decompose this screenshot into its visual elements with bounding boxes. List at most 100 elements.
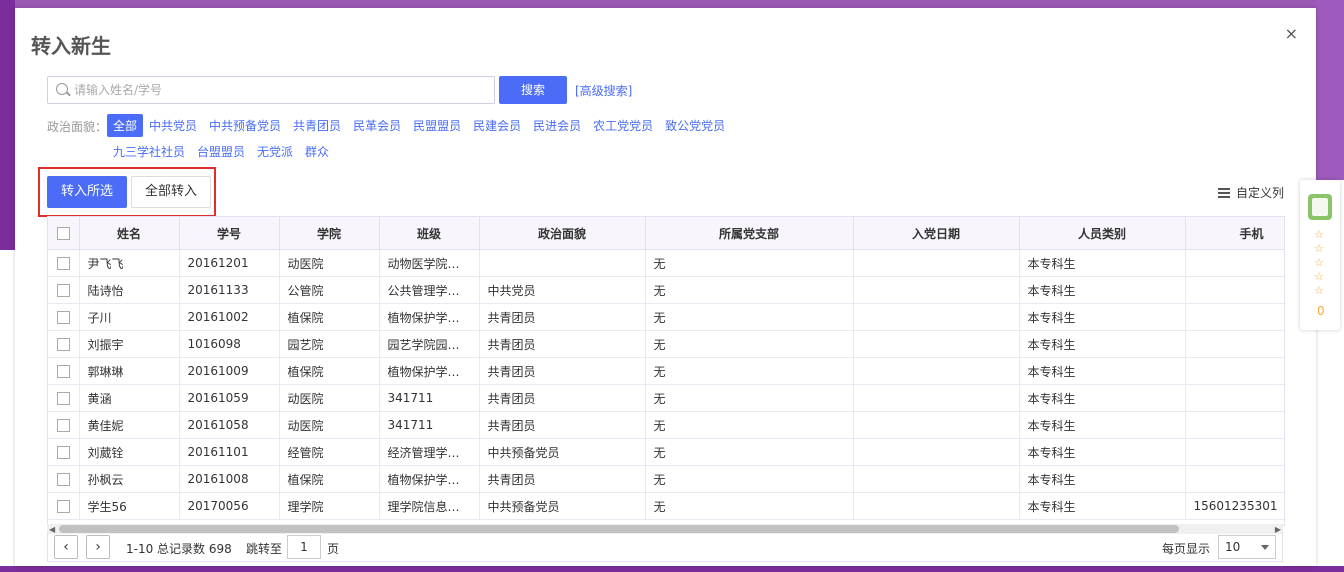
row-checkbox[interactable] [48,249,80,277]
table-cell: 动物医学院动… [379,249,480,277]
column-header[interactable]: 班级 [379,217,480,250]
row-checkbox[interactable] [48,303,80,331]
row-checkbox[interactable] [48,465,80,493]
page-unit: 页 [327,542,340,556]
filter-chip[interactable]: 农工党党员 [587,114,659,137]
table-row[interactable]: 刘葳铨 20161101 经管院 经济管理学院… 中共预备党员无 本专科生 [48,438,1284,466]
filter-chip[interactable]: 台盟盟员 [191,140,251,163]
row-checkbox[interactable] [48,357,80,385]
table-cell: 刘振宇 [79,330,180,358]
table-cell: 无 [645,357,854,385]
custom-columns-button[interactable]: 自定义列 [1217,184,1284,201]
search-button[interactable]: 搜索 [499,76,567,104]
table-cell [853,411,1020,439]
column-header[interactable]: 姓名 [79,217,180,250]
column-header[interactable]: 手机 [1185,217,1284,250]
students-table: 姓名 学号 学院 班级 政治面貌 所属党支部 入党日期 人员类别 手机 尹飞飞 20161201 动… [47,216,1285,526]
filter-chip[interactable]: 无党派 [251,140,299,163]
table-cell: 无 [645,384,854,412]
table-cell [853,303,1020,331]
row-checkbox[interactable] [48,411,80,439]
table-row[interactable]: 学生56 20170056 理学院 理学院信息与… 中共预备党员无 本专科生 1560123… [48,492,1284,520]
search-input[interactable] [72,80,486,100]
column-header[interactable]: 所属党支部 [645,217,854,250]
star-rating-icon[interactable]: ☆ ☆ ☆ ☆ ☆ [1314,228,1324,298]
per-page-select[interactable]: 10 [1218,535,1276,559]
column-header[interactable]: 入党日期 [853,217,1020,250]
table-cell [1185,330,1284,358]
table-cell: 动医院 [279,384,380,412]
filter-chip[interactable]: 民进会员 [527,114,587,137]
column-header[interactable]: 人员类别 [1019,217,1186,250]
table-cell: 20161002 [179,303,280,331]
table-row[interactable]: 子川 20161002 植保院 植物保护学院… 共青团员无 本专科生 [48,303,1284,331]
table-cell: 无 [645,465,854,493]
jump-page-input[interactable]: 1 [287,535,321,559]
table-cell: 本专科生 [1019,330,1186,358]
filter-chip[interactable]: 民革会员 [347,114,407,137]
table-cell: 341711 [379,411,480,439]
filter-chip[interactable]: 中共党员 [143,114,203,137]
dialog-title: 转入新生 [31,34,111,58]
next-page-button[interactable]: › [86,535,110,559]
filter-chip[interactable]: 全部 [107,114,144,137]
table-cell: 植保院 [279,303,380,331]
table-cell: 公共管理学院… [379,276,480,304]
table-cell: 植物保护学院… [379,465,480,493]
filter-chip[interactable]: 九三学社社员 [107,140,191,163]
table-cell: 本专科生 [1019,411,1186,439]
column-header[interactable]: 政治面貌 [479,217,646,250]
table-cell: 无 [645,249,854,277]
image-icon[interactable] [1308,194,1332,220]
table-row[interactable]: 尹飞飞 20161201 动医院 动物医学院动… 无 本专科生 [48,249,1284,277]
table-row[interactable]: 刘振宇 1016098 园艺院 园艺学院园艺… 共青团员无 本专科生 [48,330,1284,358]
column-header[interactable]: 学院 [279,217,380,250]
close-icon[interactable]: × [1285,24,1298,43]
table-cell: 20161059 [179,384,280,412]
row-checkbox[interactable] [48,384,80,412]
table-cell: 陆诗怡 [79,276,180,304]
table-cell: 尹飞飞 [79,249,180,277]
backdrop-top [0,0,1344,8]
table-cell: 20170056 [179,492,280,520]
filter-chip[interactable]: 民建会员 [467,114,527,137]
advanced-search-link[interactable]: [高级搜索] [575,82,632,99]
row-checkbox[interactable] [48,276,80,304]
column-header[interactable]: 学号 [179,217,280,250]
table-cell: 本专科生 [1019,438,1186,466]
transfer-all-button[interactable]: 全部转入 [131,176,211,208]
table-row[interactable]: 郭琳琳 20161009 植保院 植物保护学院… 共青团员无 本专科生 [48,357,1284,385]
table-cell: 黄涵 [79,384,180,412]
record-info: 1-10 总记录数 698 [126,542,232,556]
filter-chip[interactable]: 中共预备党员 [203,114,287,137]
prev-page-button[interactable]: ‹ [54,535,78,559]
filter-chip[interactable]: 群众 [299,140,335,163]
table-header: 姓名 学号 学院 班级 政治面貌 所属党支部 入党日期 人员类别 手机 [48,217,1284,250]
table-row[interactable]: 陆诗怡 20161133 公管院 公共管理学院… 中共党员无 本专科生 [48,276,1284,304]
table-row[interactable]: 孙枫云 20161008 植保院 植物保护学院… 共青团员无 本专科生 [48,465,1284,493]
table-cell: 动医院 [279,411,380,439]
jump-label: 跳转至 [246,542,283,556]
table-cell: 学生56 [79,492,180,520]
table-cell: 黄佳妮 [79,411,180,439]
per-page-label: 每页显示 [1161,542,1210,556]
table-cell [853,276,1020,304]
rating-count: 0 [1317,304,1325,318]
table-cell: 本专科生 [1019,465,1186,493]
row-checkbox[interactable] [48,492,80,520]
filter-chip[interactable]: 共青团员 [287,114,347,137]
table-cell [1185,465,1284,493]
table-cell: 本专科生 [1019,357,1186,385]
filter-chip[interactable]: 致公党党员 [659,114,731,137]
transfer-selected-button[interactable]: 转入所选 [47,176,127,208]
table-cell: 1016098 [179,330,280,358]
table-row[interactable]: 黄佳妮 20161058 动医院 341711 共青团员无 本专科生 [48,411,1284,439]
row-checkbox[interactable] [48,330,80,358]
table-cell [853,384,1020,412]
table-row[interactable]: 黄涵 20161059 动医院 341711 共青团员无 本专科生 [48,384,1284,412]
row-checkbox[interactable] [48,438,80,466]
side-widget[interactable]: ☆ ☆ ☆ ☆ ☆ 0 [1300,180,1340,330]
select-all-checkbox[interactable] [48,217,80,250]
filter-chip[interactable]: 民盟盟员 [407,114,467,137]
table-cell [1185,357,1284,385]
